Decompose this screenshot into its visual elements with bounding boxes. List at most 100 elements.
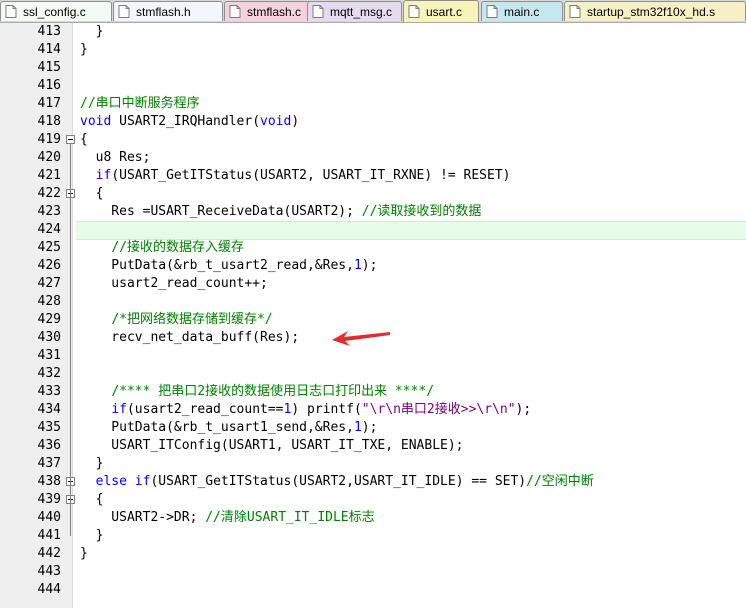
line-number: 444: [37, 582, 61, 597]
code-comment: //清除USART_IT_IDLE标志: [205, 510, 375, 525]
tab-ssl-config-c[interactable]: ssl_config.c: [0, 1, 112, 21]
code-line[interactable]: 419 {: [0, 131, 746, 149]
tab-stmflash-c[interactable]: stmflash.c: [224, 1, 317, 21]
code-text: {: [80, 131, 88, 149]
line-number: 418: [37, 114, 61, 129]
code-token: }: [80, 456, 104, 471]
tab-usart-c[interactable]: usart.c: [403, 0, 479, 22]
code-line[interactable]: 425 //接收的数据存入缓存: [0, 239, 746, 257]
code-token: (USART_GetITStatus(USART2,USART_IT_IDLE)…: [150, 474, 527, 489]
code-token: recv_net_data_buff(Res);: [80, 330, 300, 345]
code-token: }: [80, 42, 88, 57]
code-line[interactable]: 414}: [0, 41, 746, 59]
line-number: 433: [37, 384, 61, 399]
line-number: 436: [37, 438, 61, 453]
code-token: (usart2_read_count==: [126, 402, 284, 417]
code-text: PutData(&rb_t_usart2_read,&Res,1);: [80, 257, 377, 275]
fold-toggle-icon[interactable]: [66, 135, 75, 144]
line-number: 431: [37, 348, 61, 363]
code-line[interactable]: 435 PutData(&rb_t_usart1_send,&Res,1);: [0, 419, 746, 437]
file-icon: [486, 5, 498, 18]
code-line[interactable]: 427 usart2_read_count++;: [0, 275, 746, 293]
code-text: }: [80, 41, 88, 59]
code-token: );: [361, 258, 378, 273]
line-number: 414: [37, 42, 61, 57]
file-icon: [408, 5, 420, 18]
file-icon: [229, 5, 241, 18]
file-icon: [569, 5, 581, 18]
code-text: }: [80, 545, 88, 563]
code-line[interactable]: 415: [0, 59, 746, 77]
code-line[interactable]: 413 }: [0, 23, 746, 41]
fold-guide: [70, 198, 71, 464]
code-line[interactable]: 423 Res =USART_ReceiveData(USART2); //读取…: [0, 203, 746, 221]
code-text: {: [80, 185, 104, 203]
red-arrow-icon: [332, 331, 390, 346]
code-line[interactable]: 439 {: [0, 491, 746, 509]
code-comment: //串口中断服务程序: [80, 96, 200, 111]
code-token: (USART_GetITStatus(USART2, USART_IT_RXNE…: [111, 168, 511, 183]
code-text: PutData(&rb_t_usart1_send,&Res,1);: [80, 419, 377, 437]
code-line[interactable]: 436 USART_ITConfig(USART1, USART_IT_TXE,…: [0, 437, 746, 455]
code-line[interactable]: 429 /*把网络数据存储到缓存*/: [0, 311, 746, 329]
file-icon: [312, 5, 324, 18]
code-line[interactable]: 434 if(usart2_read_count==1) printf("\r\…: [0, 401, 746, 419]
tab-label: mqtt_msg.c: [330, 4, 393, 19]
line-number: 428: [37, 294, 61, 309]
line-number: 422: [37, 186, 61, 201]
code-token: USART_ITConfig(USART1, USART_IT_TXE, ENA…: [80, 438, 464, 453]
code-text: {: [80, 491, 104, 509]
code-line[interactable]: 422 {: [0, 185, 746, 203]
code-keyword: 1: [353, 420, 362, 435]
code-line[interactable]: 438 else if(USART_GetITStatus(USART2,USA…: [0, 473, 746, 491]
code-line[interactable]: 440 USART2->DR; //清除USART_IT_IDLE标志: [0, 509, 746, 527]
code-line[interactable]: 442}: [0, 545, 746, 563]
code-line[interactable]: 428: [0, 293, 746, 311]
tab-main-c[interactable]: main.c: [481, 1, 563, 21]
tab-label: usart.c: [426, 4, 463, 19]
code-line[interactable]: 431: [0, 347, 746, 365]
code-line[interactable]: 421 if(USART_GetITStatus(USART2, USART_I…: [0, 167, 746, 185]
code-line[interactable]: 432: [0, 365, 746, 383]
code-line[interactable]: 426 PutData(&rb_t_usart2_read,&Res,1);: [0, 257, 746, 275]
code-line[interactable]: 424: [0, 221, 746, 239]
code-line[interactable]: 443: [0, 563, 746, 581]
code-text: Res =USART_ReceiveData(USART2); //读取接收到的…: [80, 203, 481, 221]
line-number: 435: [37, 420, 61, 435]
line-number: 416: [37, 78, 61, 93]
code-keyword: void: [260, 114, 292, 129]
tab-startup-stm32f10x-hd-s[interactable]: startup_stm32f10x_hd.s: [564, 1, 746, 21]
code-comment: /*把网络数据存储到缓存*/: [111, 312, 273, 327]
tab-label: stmflash.c: [247, 4, 302, 19]
code-line[interactable]: 444: [0, 581, 746, 599]
code-text: usart2_read_count++;: [80, 275, 268, 293]
tab-mqtt-msg-c[interactable]: mqtt_msg.c: [307, 1, 402, 21]
line-number: 424: [37, 222, 61, 237]
fold-guide: [70, 504, 71, 536]
code-line[interactable]: 420 u8 Res;: [0, 149, 746, 167]
line-number: 423: [37, 204, 61, 219]
code-token: }: [80, 546, 88, 561]
code-line[interactable]: 417 //串口中断服务程序: [0, 95, 746, 113]
code-text: if(USART_GetITStatus(USART2, USART_IT_RX…: [80, 167, 511, 185]
code-line[interactable]: 416: [0, 77, 746, 95]
code-keyword: 1: [353, 258, 362, 273]
line-number: 441: [37, 528, 61, 543]
code-line[interactable]: 437 }: [0, 455, 746, 473]
code-token: );: [361, 420, 378, 435]
code-token: {: [80, 132, 88, 147]
code-line[interactable]: 433 /**** 把串口2接收的数据使用日志口打印出来 ****/: [0, 383, 746, 401]
code-text: USART2->DR; //清除USART_IT_IDLE标志: [80, 509, 375, 527]
code-token: USART2_IRQHandler(: [111, 114, 261, 129]
line-number: 440: [37, 510, 61, 525]
tab-label: stmflash.h: [136, 4, 191, 19]
line-number: 432: [37, 366, 61, 381]
tab-stmflash-h[interactable]: stmflash.h: [113, 1, 223, 21]
line-number: 430: [37, 330, 61, 345]
code-text: u8 Res;: [80, 149, 151, 167]
code-line[interactable]: 441 }: [0, 527, 746, 545]
code-line[interactable]: 418 void USART2_IRQHandler(void): [0, 113, 746, 131]
